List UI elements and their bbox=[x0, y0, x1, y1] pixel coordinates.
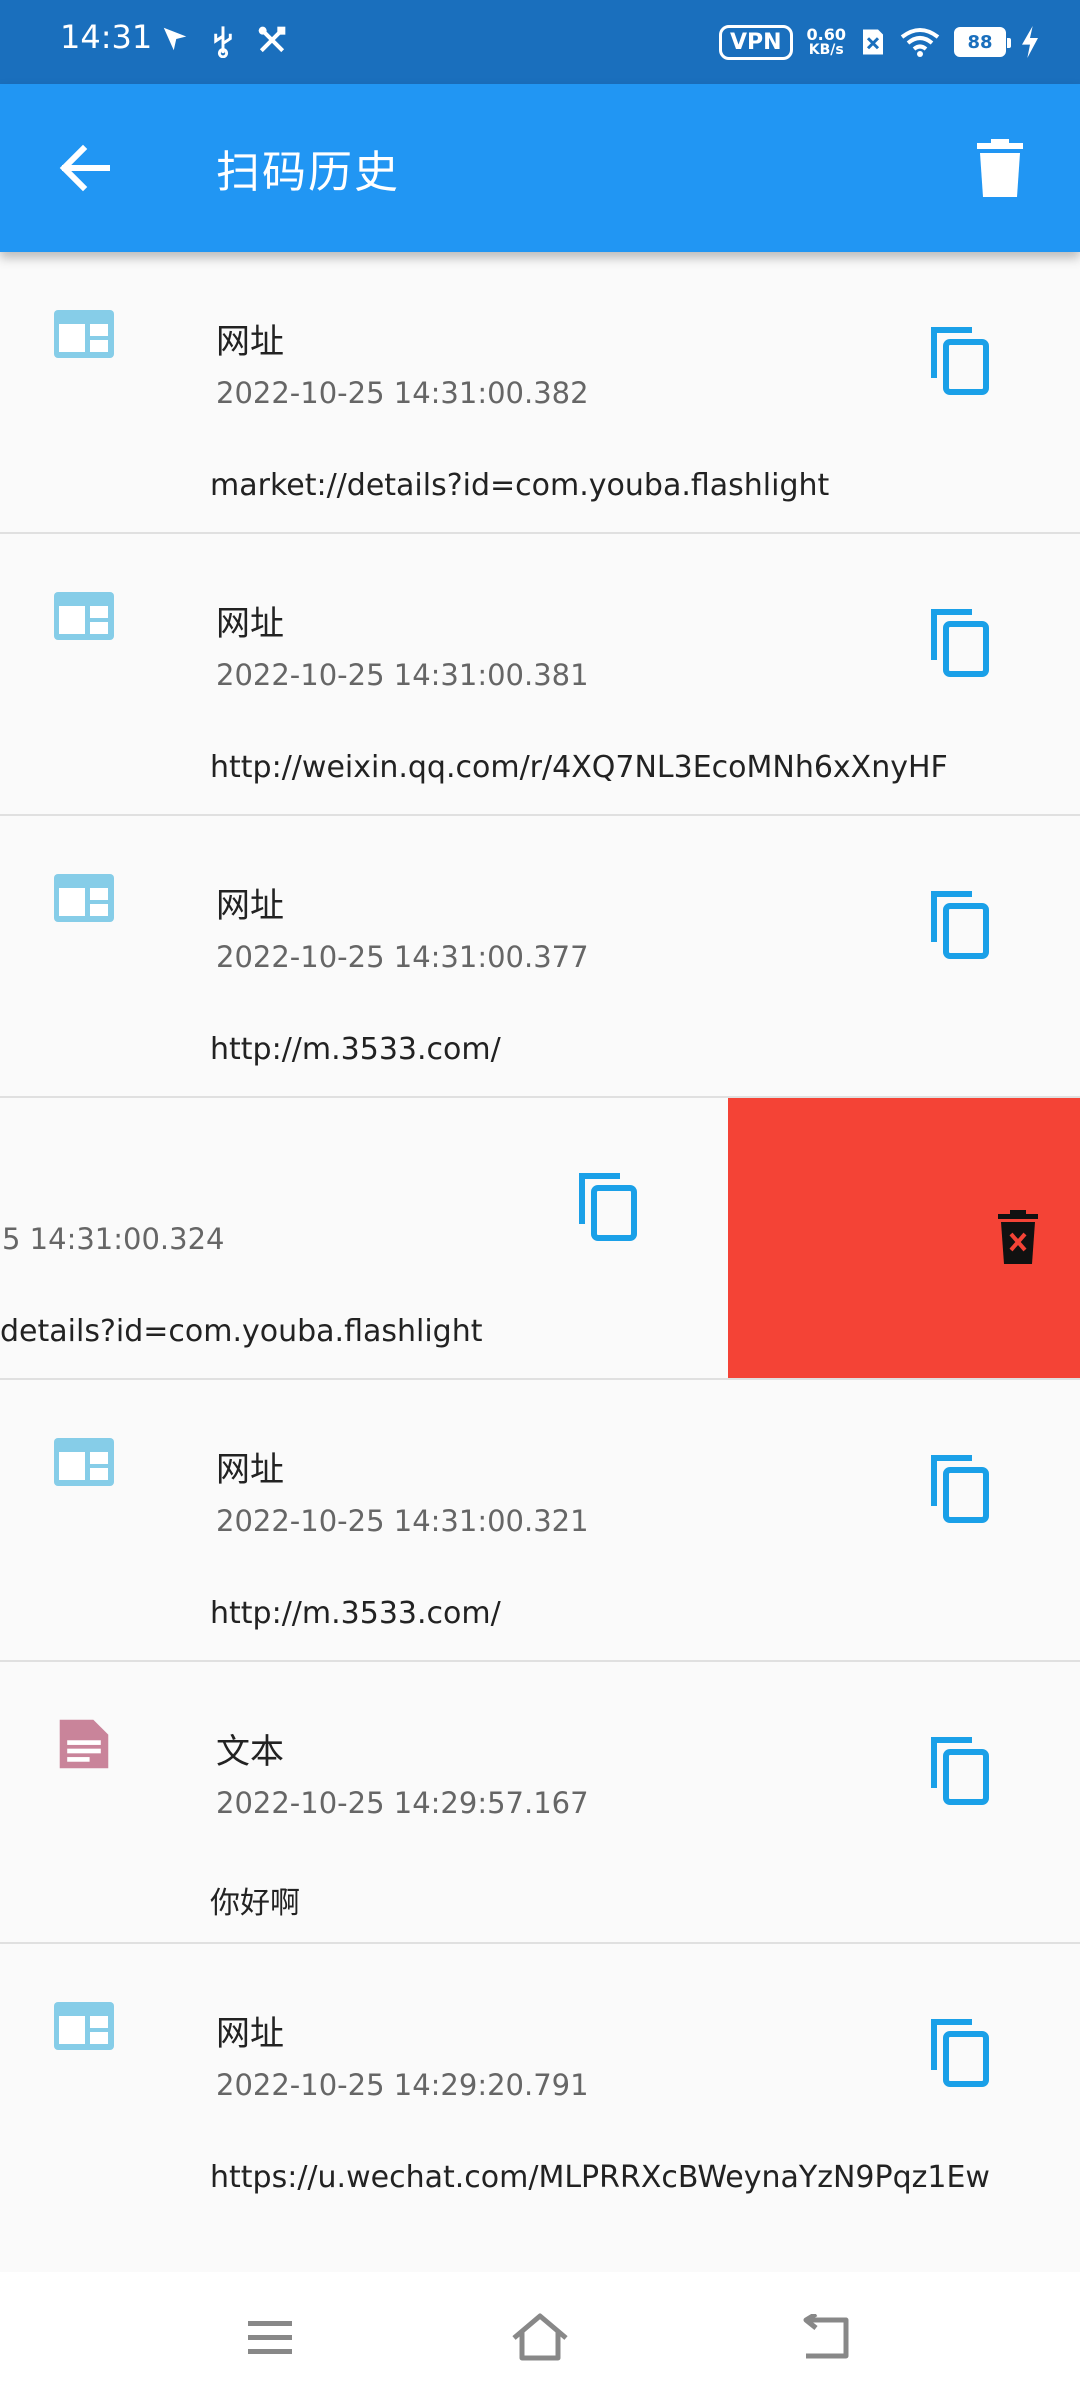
location-arrow-icon bbox=[163, 27, 187, 51]
item-type: 文本 bbox=[216, 1732, 284, 1772]
item-type: 网址 bbox=[216, 604, 284, 644]
item-time: 2022-10-25 14:31:00.381 bbox=[216, 658, 589, 692]
trash-icon bbox=[977, 139, 1023, 197]
nav-home-button[interactable] bbox=[500, 2302, 580, 2372]
item-content: market://details?id=com.youba.flashlight bbox=[210, 468, 830, 503]
usb-icon bbox=[214, 26, 232, 58]
nav-back-button[interactable] bbox=[786, 2302, 866, 2372]
history-list: 网址 2022-10-25 14:31:00.382 market://deta… bbox=[0, 252, 1080, 2272]
list-item[interactable]: 文本 2022-10-25 14:29:57.167 你好啊 bbox=[0, 1662, 1080, 1944]
swiped-row-content[interactable]: 5 14:31:00.324 details?id=com.youba.flas… bbox=[0, 1098, 728, 1378]
charging-bolt-icon bbox=[1022, 26, 1038, 58]
back-return-icon bbox=[803, 2314, 849, 2359]
item-content: http://weixin.qq.com/r/4XQ7NL3EcoMNh6xXn… bbox=[210, 750, 948, 785]
list-item[interactable]: 网址 2022-10-25 14:31:00.321 http://m.3533… bbox=[0, 1380, 1080, 1662]
copy-icon[interactable] bbox=[928, 1734, 992, 1806]
sim-off-icon bbox=[863, 29, 883, 55]
item-content: details?id=com.youba.flashlight bbox=[0, 1314, 483, 1349]
copy-icon[interactable] bbox=[928, 606, 992, 678]
swipe-delete-button[interactable] bbox=[728, 1098, 1080, 1378]
url-card-icon bbox=[54, 592, 114, 640]
item-time: 2022-10-25 14:31:00.321 bbox=[216, 1504, 589, 1538]
list-item[interactable]: 网址 2022-10-25 14:31:00.382 market://deta… bbox=[0, 252, 1080, 534]
net-speed: 0.60 KB/s bbox=[806, 25, 846, 58]
page-title: 扫码历史 bbox=[216, 147, 400, 198]
item-content: https://u.wechat.com/MLPRRXcBWeynaYzN9Pq… bbox=[210, 2160, 990, 2195]
list-item[interactable]: 网址 2022-10-25 14:31:00.381 http://weixin… bbox=[0, 534, 1080, 816]
status-bar: 14:31 VPN 0.60 KB/s 88 bbox=[0, 0, 1080, 84]
back-button[interactable] bbox=[40, 128, 130, 208]
url-card-icon bbox=[54, 1438, 114, 1486]
delete-all-button[interactable] bbox=[960, 128, 1040, 208]
url-card-icon bbox=[54, 310, 114, 358]
url-card-icon bbox=[54, 2002, 114, 2050]
app-bar: 扫码历史 bbox=[0, 84, 1080, 252]
url-card-icon bbox=[54, 874, 114, 922]
item-content: http://m.3533.com/ bbox=[210, 1596, 501, 1631]
list-item-swiped[interactable]: 5 14:31:00.324 details?id=com.youba.flas… bbox=[0, 1098, 1080, 1380]
tools-icon bbox=[258, 26, 286, 53]
menu-icon bbox=[248, 2321, 292, 2354]
text-document-icon bbox=[59, 1719, 109, 1769]
list-item[interactable]: 网址 2022-10-25 14:29:20.791 https://u.wec… bbox=[0, 1944, 1080, 2226]
copy-icon[interactable] bbox=[928, 324, 992, 396]
item-type: 网址 bbox=[216, 322, 284, 362]
item-type: 网址 bbox=[216, 2014, 284, 2054]
item-time: 2022-10-25 14:31:00.377 bbox=[216, 940, 589, 974]
item-time: 2022-10-25 14:29:57.167 bbox=[216, 1786, 589, 1820]
wifi-icon bbox=[900, 28, 940, 57]
copy-icon[interactable] bbox=[928, 888, 992, 960]
item-time: 2022-10-25 14:31:00.382 bbox=[216, 376, 589, 410]
home-icon bbox=[512, 2313, 568, 2361]
item-time: 5 14:31:00.324 bbox=[2, 1222, 225, 1256]
item-time: 2022-10-25 14:29:20.791 bbox=[216, 2068, 589, 2102]
copy-icon[interactable] bbox=[928, 1452, 992, 1524]
delete-item-icon bbox=[998, 1210, 1038, 1264]
nav-menu-button[interactable] bbox=[230, 2302, 310, 2372]
system-nav-bar bbox=[0, 2272, 1080, 2400]
list-item[interactable]: 网址 2022-10-25 14:31:00.377 http://m.3533… bbox=[0, 816, 1080, 1098]
item-type: 网址 bbox=[216, 886, 284, 926]
item-content: http://m.3533.com/ bbox=[210, 1032, 501, 1067]
vpn-badge: VPN bbox=[718, 24, 793, 60]
copy-icon[interactable] bbox=[928, 2016, 992, 2088]
battery-indicator: 88 bbox=[954, 27, 1011, 57]
copy-icon[interactable] bbox=[576, 1170, 640, 1242]
item-type: 网址 bbox=[216, 1450, 284, 1490]
status-time: 14:31 bbox=[60, 18, 153, 56]
arrow-left-icon bbox=[59, 144, 110, 192]
item-content: 你好啊 bbox=[210, 1886, 300, 1921]
